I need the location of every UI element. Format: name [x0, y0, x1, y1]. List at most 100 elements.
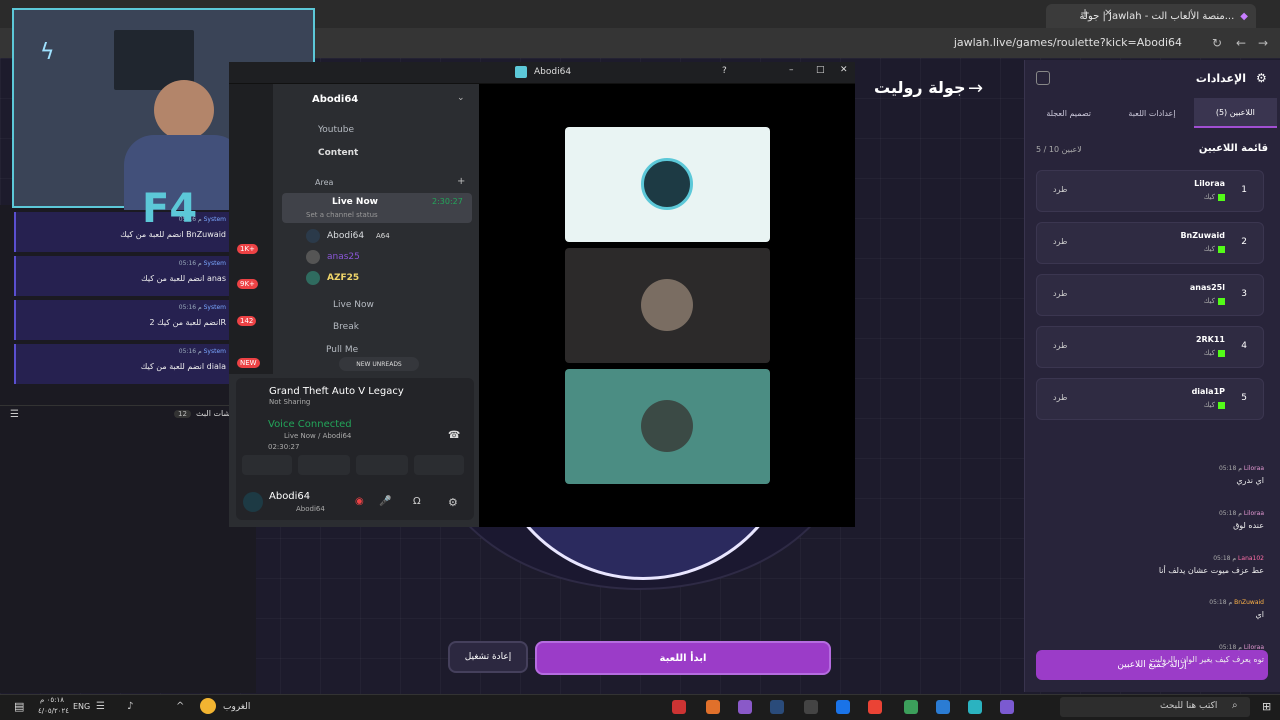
avatar[interactable] [243, 492, 263, 512]
voice-channel[interactable]: Break [333, 322, 359, 332]
tab-wheel-design[interactable]: تصميم العجلة [1027, 98, 1110, 128]
system-message: 05:16 م System انضم للعبة من كيك 2R [14, 300, 232, 340]
user-subtext: Abodi64 [296, 505, 325, 513]
taskbar-app-icon[interactable] [1000, 700, 1014, 714]
voice-channel[interactable]: Live Now [333, 300, 374, 310]
back-icon[interactable]: ← [1236, 36, 1246, 50]
gear-icon: ⚙ [1256, 71, 1267, 85]
server-badge: 1K+ [237, 244, 258, 254]
stream-off-icon[interactable]: ◉ [355, 496, 364, 507]
video-tile[interactable] [565, 127, 770, 242]
live-timer: 2:30:27 [432, 197, 463, 206]
chat-message: 05:18 م BnZuwaid اي [1209, 599, 1264, 619]
kick-player-button[interactable]: طرد [1053, 393, 1067, 402]
new-unreads-pill[interactable]: NEW UNREADS [339, 357, 419, 371]
taskbar-app-icon[interactable] [804, 700, 818, 714]
players-count: 5 / 10 لاعبين [1036, 145, 1082, 154]
settings-gear-icon[interactable]: ⚙ [448, 496, 458, 509]
player-row: 4 2RK11 كيك طرد [1036, 326, 1264, 368]
taskbar-app-icon[interactable] [968, 700, 982, 714]
kick-player-button[interactable]: طرد [1053, 185, 1067, 194]
taskbar-app-icon[interactable] [770, 700, 784, 714]
taskbar-app-icon[interactable] [706, 700, 720, 714]
close-icon[interactable]: ✕ [840, 65, 848, 75]
taskbar-app-icon[interactable] [904, 700, 918, 714]
add-channel-icon[interactable]: + [457, 176, 465, 187]
taskbar-app-icon[interactable] [836, 700, 850, 714]
voice-channel[interactable]: Pull Me [326, 345, 358, 355]
tab-game-settings[interactable]: إعدادات اللعبة [1110, 98, 1193, 128]
tab-favicon-icon: ◆ [1240, 10, 1248, 22]
kick-player-button[interactable]: طرد [1053, 237, 1067, 246]
voice-member[interactable]: anas25 [327, 252, 360, 262]
tab-players[interactable]: اللاعبين (5) [1193, 98, 1277, 128]
avatar [306, 229, 320, 243]
reset-button[interactable]: إعادة تشغيل [448, 641, 528, 673]
discord-titlebar: Abodi64 ? – □ ✕ [229, 62, 855, 84]
voice-member[interactable]: Abodi64 [327, 231, 364, 241]
disconnect-icon[interactable]: ☎ [448, 430, 460, 441]
minimize-icon[interactable]: – [789, 65, 794, 75]
wifi-icon[interactable]: ☰ [96, 701, 105, 712]
tab-title: جولة | Jawlah - منصة الألعاب الت... [1079, 10, 1235, 22]
notification-icon[interactable]: ▤ [14, 700, 24, 713]
player-row: 5 diala1P كيك طرد [1036, 378, 1264, 420]
kick-icon [1218, 193, 1225, 201]
help-icon[interactable]: ? [722, 66, 727, 76]
tab-close-icon[interactable]: ✕ [1104, 8, 1112, 19]
avatar [641, 400, 693, 452]
url-text[interactable]: jawlah.live/games/roulette?kick=Abodi64 [954, 36, 1182, 49]
video-tile[interactable] [565, 248, 770, 363]
start-game-button[interactable]: ابدأ اللعبة [535, 641, 831, 675]
category-area[interactable]: Area [315, 178, 333, 187]
channel-youtube[interactable]: Youtube [318, 125, 354, 135]
player-number: 5 [1241, 393, 1247, 403]
camera-toggle-button[interactable] [242, 455, 292, 475]
taskbar-app-icon[interactable] [936, 700, 950, 714]
chevron-up-icon[interactable]: ^ [176, 701, 184, 712]
maximize-icon[interactable]: □ [816, 65, 825, 75]
taskbar-app-icon[interactable] [868, 700, 882, 714]
chat-menu-icon[interactable]: ☰ [10, 409, 19, 420]
server-name[interactable]: Abodi64 [312, 94, 358, 105]
weather-icon [200, 698, 216, 714]
language-indicator[interactable]: ENG [73, 702, 90, 711]
chat-message: 05:18 م Liloraa اي ندري [1218, 465, 1264, 485]
forward-icon[interactable]: → [1258, 36, 1268, 50]
avatar [306, 271, 320, 285]
kick-icon [1218, 297, 1225, 305]
chevron-down-icon[interactable]: ⌄ [457, 93, 465, 103]
headphones-icon[interactable]: Ω [413, 496, 421, 507]
new-tab-icon[interactable]: + [1080, 6, 1090, 20]
reload-icon[interactable]: ↻ [1212, 36, 1222, 50]
video-tile[interactable] [565, 369, 770, 484]
kick-player-button[interactable]: طرد [1053, 289, 1067, 298]
soundboard-button[interactable] [414, 455, 464, 475]
screen-share-button[interactable] [298, 455, 350, 475]
streamer-face [154, 80, 214, 140]
mic-icon[interactable]: 🎤 [379, 496, 391, 507]
server-badge: NEW [237, 358, 260, 368]
activities-button[interactable] [356, 455, 408, 475]
taskbar-app-icon[interactable] [738, 700, 752, 714]
player-platform: كيك [1204, 349, 1225, 357]
logo-f4: F4 [142, 186, 198, 232]
member-tag: A64 [376, 232, 390, 240]
clock-time[interactable]: ٠٥:١٨ م [40, 696, 64, 704]
channel-content[interactable]: Content [318, 148, 358, 158]
kick-player-button[interactable]: طرد [1053, 341, 1067, 350]
avatar [641, 279, 693, 331]
browser-tab[interactable]: جولة | Jawlah - منصة الألعاب الت... ◆ [1046, 4, 1256, 28]
voice-connected-label[interactable]: Voice Connected [268, 419, 352, 430]
system-message: 05:16 م System انضم للعبة من كيك diala [14, 344, 232, 384]
player-row: 3 anas25l كيك طرد [1036, 274, 1264, 316]
voice-channel-live-now[interactable]: Live Now 2:30:27 Set a channel status [282, 193, 472, 223]
voice-member[interactable]: AZF25 [327, 273, 359, 283]
taskbar-search[interactable]: اكتب هنا للبحث ⌕ [1060, 697, 1250, 717]
volume-icon[interactable]: ♪ [127, 701, 133, 712]
taskbar-app-icon[interactable] [672, 700, 686, 714]
system-message: 05:16 م System انضم للعبة من كيك BnZuwai… [14, 212, 232, 252]
collapse-panel-icon[interactable] [1036, 71, 1050, 85]
windows-start-icon[interactable]: ⊞ [1262, 700, 1271, 713]
clock-date[interactable]: ٤/٠٥/٢٠٢٤ [38, 707, 69, 715]
